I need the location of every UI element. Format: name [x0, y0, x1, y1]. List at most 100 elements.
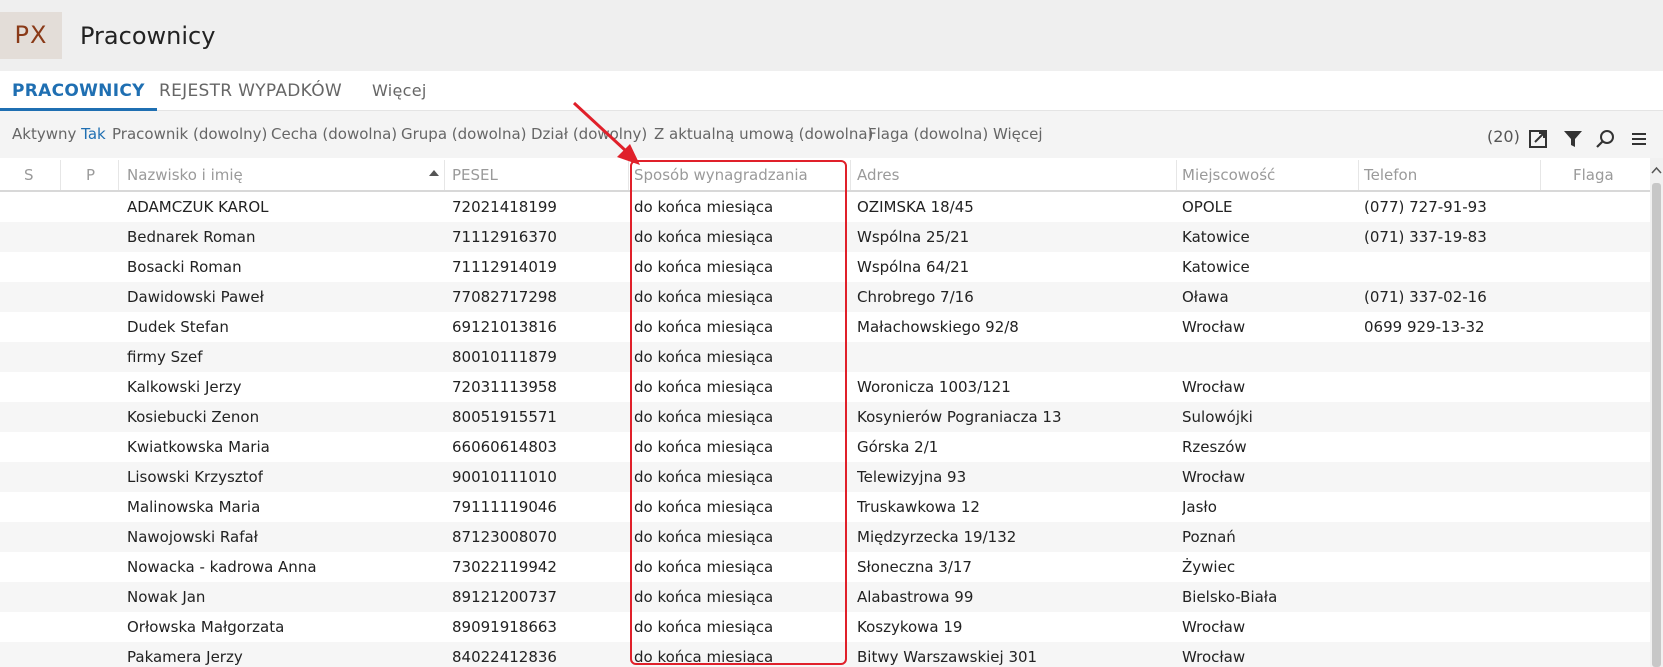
cell-pesel: 84022412836: [452, 648, 557, 666]
cell-name: Nowak Jan: [127, 588, 206, 606]
cell-pay-method: do końca miesiąca: [634, 558, 774, 576]
export-icon[interactable]: [1528, 128, 1550, 150]
cell-pesel: 79111119046: [452, 498, 557, 516]
column-separator[interactable]: [1540, 160, 1541, 190]
column-header-pesel[interactable]: PESEL: [452, 158, 498, 190]
cell-city: Katowice: [1182, 258, 1250, 276]
cell-name: Nawojowski Rafał: [127, 528, 258, 546]
column-separator[interactable]: [1358, 160, 1359, 190]
cell-city: Jasło: [1182, 498, 1217, 516]
table-row[interactable]: ADAMCZUK KAROL 72021418199 do końca miesią…: [0, 192, 1650, 222]
cell-pesel: 69121013816: [452, 318, 557, 336]
cell-pay-method: do końca miesiąca: [634, 408, 774, 426]
scrollbar-thumb[interactable]: [1652, 183, 1661, 667]
cell-city: Wrocław: [1182, 648, 1246, 666]
cell-address: Chrobrego 7/16: [857, 288, 974, 306]
table-row[interactable]: Orłowska Małgorzata 89091918663 do końca m…: [0, 612, 1650, 642]
tab-pracownicy[interactable]: PRACOWNICY: [0, 71, 157, 111]
column-header-phone[interactable]: Telefon: [1364, 158, 1417, 190]
scroll-up-icon[interactable]: [1650, 161, 1663, 174]
cell-pesel: 72031113958: [452, 378, 557, 396]
cell-pesel: 90010111010: [452, 468, 557, 486]
cell-address: Koszykowa 19: [857, 618, 963, 636]
grid-header: S P Nazwisko i imię PESEL Sposób wynagra…: [0, 158, 1650, 192]
cell-name: Dawidowski Paweł: [127, 288, 264, 306]
table-row[interactable]: Nawojowski Rafał 87123008070 do końca mies…: [0, 522, 1650, 552]
cell-name: Dudek Stefan: [127, 318, 229, 336]
tab-rejestr-wypadkow[interactable]: REJESTR WYPADKÓW: [159, 71, 342, 111]
table-row[interactable]: Bednarek Roman 71112916370 do końca miesią…: [0, 222, 1650, 252]
app-logo[interactable]: PX: [0, 12, 62, 59]
cell-address: Bitwy Warszawskiej 301: [857, 648, 1038, 666]
cell-pesel: 66060614803: [452, 438, 557, 456]
record-count: (20): [1487, 127, 1520, 146]
column-header-s[interactable]: S: [24, 158, 34, 190]
filter-department[interactable]: Dział (dowolny): [531, 125, 647, 143]
cell-address: Górska 2/1: [857, 438, 939, 456]
table-row[interactable]: Kosiebucki Zenon 80051915571 do końca mies…: [0, 402, 1650, 432]
cell-city: Poznań: [1182, 528, 1236, 546]
cell-city: Bielsko-Biała: [1182, 588, 1278, 606]
cell-address: Woronicza 1003/121: [857, 378, 1011, 396]
table-row[interactable]: Dudek Stefan 69121013816 do końca miesiąca…: [0, 312, 1650, 342]
filter-active[interactable]: Aktywny Tak: [12, 125, 106, 143]
table-row[interactable]: Pakamera Jerzy 84022412836 do końca miesią…: [0, 642, 1650, 667]
table-row[interactable]: Kwiatkowska Maria 66060614803 do końca mie…: [0, 432, 1650, 462]
tab-more[interactable]: Więcej: [372, 71, 427, 111]
table-row[interactable]: Malinowska Maria 79111119046 do końca mies…: [0, 492, 1650, 522]
table-row[interactable]: Nowacka - kadrowa Anna 73022119942 do końc…: [0, 552, 1650, 582]
cell-pay-method: do końca miesiąca: [634, 618, 774, 636]
filter-active-label: Aktywny: [12, 125, 77, 143]
filter-flag[interactable]: Flaga (dowolna): [868, 125, 988, 143]
filter-group[interactable]: Grupa (dowolna): [401, 125, 527, 143]
cell-name: Bosacki Roman: [127, 258, 242, 276]
filter-feature[interactable]: Cecha (dowolna): [271, 125, 397, 143]
cell-pay-method: do końca miesiąca: [634, 468, 774, 486]
table-row[interactable]: Lisowski Krzysztof 90010111010 do końca mi…: [0, 462, 1650, 492]
cell-city: Wrocław: [1182, 468, 1246, 486]
table-row[interactable]: firmy Szef 80010111879 do końca miesiąca: [0, 342, 1650, 372]
table-row[interactable]: Kalkowski Jerzy 72031113958 do końca miesi…: [0, 372, 1650, 402]
filter-contract[interactable]: Z aktualną umową (dowolna): [654, 125, 873, 143]
column-separator[interactable]: [1176, 160, 1177, 190]
filter-icon[interactable]: [1562, 128, 1584, 150]
column-separator[interactable]: [60, 160, 61, 190]
column-separator[interactable]: [118, 160, 119, 190]
column-separator[interactable]: [628, 160, 629, 190]
table-row[interactable]: Nowak Jan 89121200737 do końca miesiąca Ala…: [0, 582, 1650, 612]
cell-city: Katowice: [1182, 228, 1250, 246]
column-header-city[interactable]: Miejscowość: [1182, 158, 1275, 190]
cell-name: Kalkowski Jerzy: [127, 378, 242, 396]
column-separator[interactable]: [850, 160, 851, 190]
filter-bar: Aktywny Tak Pracownik (dowolny) Cecha (d…: [0, 111, 1663, 158]
cell-address: Telewizyjna 93: [857, 468, 967, 486]
cell-address: Alabastrowa 99: [857, 588, 974, 606]
cell-pay-method: do końca miesiąca: [634, 528, 774, 546]
cell-address: Kosynierów Pograniacza 13: [857, 408, 1062, 426]
search-icon[interactable]: [1595, 128, 1617, 150]
column-header-p[interactable]: P: [86, 158, 95, 190]
menu-icon[interactable]: [1628, 128, 1650, 150]
table-row[interactable]: Bosacki Roman 71112914019 do końca miesiąc…: [0, 252, 1650, 282]
column-header-address[interactable]: Adres: [857, 158, 899, 190]
cell-name: firmy Szef: [127, 348, 203, 366]
column-header-pay-method[interactable]: Sposób wynagradzania: [634, 158, 808, 190]
cell-address: OZIMSKA 18/45: [857, 198, 974, 216]
cell-name: ADAMCZUK KAROL: [127, 198, 269, 216]
cell-pesel: 72021418199: [452, 198, 557, 216]
sort-ascending-icon: [429, 170, 439, 176]
cell-pesel: 77082717298: [452, 288, 557, 306]
column-separator[interactable]: [444, 160, 445, 190]
cell-city: OPOLE: [1182, 198, 1233, 216]
cell-name: Kosiebucki Zenon: [127, 408, 260, 426]
column-header-flag[interactable]: Flaga: [1573, 158, 1614, 190]
app-header: PX Pracownicy: [0, 0, 1663, 71]
page-title: Pracownicy: [80, 22, 216, 50]
filter-employee[interactable]: Pracownik (dowolny): [112, 125, 267, 143]
cell-pay-method: do końca miesiąca: [634, 348, 774, 366]
cell-city: Żywiec: [1182, 558, 1236, 576]
column-header-name[interactable]: Nazwisko i imię: [127, 158, 243, 190]
cell-address: Wspólna 25/21: [857, 228, 970, 246]
filter-more[interactable]: Więcej: [993, 125, 1043, 143]
table-row[interactable]: Dawidowski Paweł 77082717298 do końca mies…: [0, 282, 1650, 312]
